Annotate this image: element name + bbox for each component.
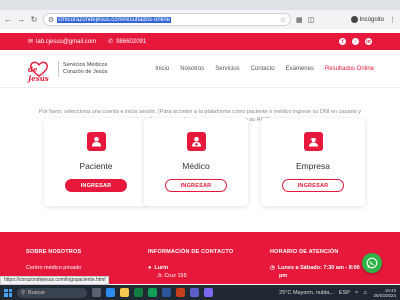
link-preview-status: https://corazondejesus.com/logopaciente.… (0, 276, 110, 285)
address-bar-url[interactable]: cmicorazondejesus.com/resultados-online (57, 16, 172, 23)
reload-icon[interactable]: ↻ (30, 15, 38, 24)
browser-toolbar: ← → ↻ ⚙ cmicorazondejesus.com/resultados… (0, 10, 400, 29)
linkedin-icon[interactable]: in (365, 38, 372, 45)
email-text: lab.cjesus@gmail.com (36, 38, 97, 45)
extensions-icon[interactable]: ▦ (296, 16, 303, 24)
doctor-icon (186, 132, 206, 151)
nav-resultados-online[interactable]: Resultados Online (325, 66, 374, 72)
language-indicator[interactable]: ESP (339, 290, 350, 296)
system-tray: 25°C Mayorm. nubla... ESP ≈ ♬ 16:43 26/0… (279, 288, 396, 298)
weather-widget[interactable]: 25°C Mayorm. nubla... (279, 290, 334, 296)
footer-city: Lurín (154, 265, 169, 271)
email-contact[interactable]: ✉ lab.cjesus@gmail.com (28, 38, 97, 46)
ingresar-empresa-button[interactable]: INGRESAR (282, 179, 344, 192)
taskbar-search-placeholder: Buscar (28, 289, 46, 296)
back-icon[interactable]: ← (4, 15, 12, 24)
logo-wordmark: Servicios Médicos Corazón de Jesús (63, 62, 107, 76)
main-nav: Inicio Nosotros Servicios Contacto Exáme… (155, 66, 374, 72)
teams-icon[interactable] (190, 288, 199, 297)
edge-icon[interactable] (106, 288, 115, 297)
phone-text: 986602091 (116, 38, 147, 45)
incognito-badge[interactable]: Incógnito (350, 16, 384, 23)
footer-city-line: ● Lurín (148, 264, 233, 272)
instagram-icon[interactable]: ○ (352, 38, 359, 45)
top-info-bar: ✉ lab.cjesus@gmail.com ✆ 986602091 f ○ i… (0, 33, 400, 50)
powerpoint-icon[interactable] (176, 288, 185, 297)
footer-about-heading: SOBRE NOSOTROS (26, 249, 82, 255)
excel-icon[interactable] (134, 288, 143, 297)
clock-date: 26/03/2024 (373, 292, 396, 298)
logo-script-text: de Jesús (28, 64, 49, 83)
nav-contacto[interactable]: Contacto (251, 66, 275, 72)
facebook-icon[interactable]: f (339, 38, 346, 45)
footer-hours-line: ◷ Lunes a Sábado: 7:30 am - 8:00 (270, 264, 360, 272)
card-title-medico: Médico (182, 161, 210, 171)
card-paciente: Paciente INGRESAR (44, 118, 148, 206)
card-medico: Médico INGRESAR (144, 118, 248, 206)
patient-icon (86, 132, 106, 151)
nav-nosotros[interactable]: Nosotros (180, 66, 204, 72)
ingresar-paciente-button[interactable]: INGRESAR (65, 179, 127, 192)
whatsapp-icon (366, 257, 378, 269)
site-header: de Jesús Servicios Médicos Corazón de Je… (0, 50, 400, 88)
taskbar-search[interactable]: ⚲ Buscar (17, 287, 87, 298)
location-pin-icon: ● (148, 265, 152, 271)
company-worker-icon (303, 132, 323, 151)
mail-icon: ✉ (28, 39, 34, 45)
bookmark-star-icon[interactable]: ☆ (280, 16, 286, 24)
browser-menu-icon[interactable]: ⋮ (389, 16, 396, 24)
logo-divider (58, 60, 59, 77)
phone-contact[interactable]: ✆ 986602091 (108, 38, 147, 46)
nav-servicios[interactable]: Servicios (215, 66, 239, 72)
footer-hours-heading: HORARIO DE ATENCIÓN (270, 249, 339, 255)
site-logo[interactable]: de Jesús Servicios Médicos Corazón de Je… (26, 58, 107, 83)
word-icon[interactable] (162, 288, 171, 297)
logo-line-2: Corazón de Jesús (63, 68, 108, 75)
logo-line-1: Servicios Médicos (63, 61, 108, 68)
footer-contact-heading: INFORMACIÓN DE CONTACTO (148, 249, 234, 255)
footer-address: Jr. Cruz 155 (157, 273, 187, 279)
windows-start-icon[interactable] (4, 288, 12, 297)
footer-contact: INFORMACIÓN DE CONTACTO ● Lurín Jr. Cruz… (148, 249, 233, 280)
taskview-icon[interactable] (92, 288, 101, 297)
file-explorer-icon[interactable] (120, 288, 129, 297)
search-icon: ⚲ (21, 289, 26, 296)
footer-hours-text-2: pm (279, 273, 288, 279)
windows-taskbar: ⚲ Buscar 25°C Mayorm. nubla... ESP ≈ ♬ 1… (0, 285, 400, 300)
ingresar-medico-button[interactable]: INGRESAR (165, 179, 227, 192)
sidepanel-icon[interactable]: ◫ (308, 16, 315, 24)
clock-icon: ◷ (270, 265, 275, 271)
card-title-paciente: Paciente (79, 161, 113, 171)
nav-inicio[interactable]: Inicio (155, 66, 169, 72)
forward-icon[interactable]: → (17, 15, 25, 24)
card-title-empresa: Empresa (295, 161, 330, 171)
app-icon[interactable] (204, 288, 213, 297)
site-info-icon[interactable]: ⚙ (48, 16, 54, 24)
footer-hours: HORARIO DE ATENCIÓN ◷ Lunes a Sábado: 7:… (270, 249, 360, 280)
chrome-icon[interactable] (148, 288, 157, 297)
social-links: f ○ in (339, 38, 372, 45)
whatsapp-button[interactable] (362, 253, 382, 273)
footer-about: SOBRE NOSOTROS Centro médico privado (26, 249, 81, 272)
address-bar[interactable]: ⚙ cmicorazondejesus.com/resultados-onlin… (43, 13, 291, 26)
card-empresa: Empresa INGRESAR (261, 118, 365, 206)
incognito-label: Incógnito (359, 16, 384, 23)
wifi-icon[interactable]: ≈ (355, 290, 358, 296)
nav-examenes[interactable]: Exámenes (286, 66, 314, 72)
taskbar-clock[interactable]: 16:43 26/03/2024 (373, 288, 396, 298)
phone-icon: ✆ (108, 39, 114, 45)
footer-hours-text: Lunes a Sábado: 7:30 am - 8:00 (277, 265, 360, 271)
incognito-icon (350, 16, 358, 23)
footer-about-text: Centro médico privado (26, 265, 82, 271)
volume-icon[interactable]: ♬ (363, 290, 369, 296)
browser-tab-strip (0, 0, 400, 10)
logo-heart-mark: de Jesús (26, 58, 54, 83)
